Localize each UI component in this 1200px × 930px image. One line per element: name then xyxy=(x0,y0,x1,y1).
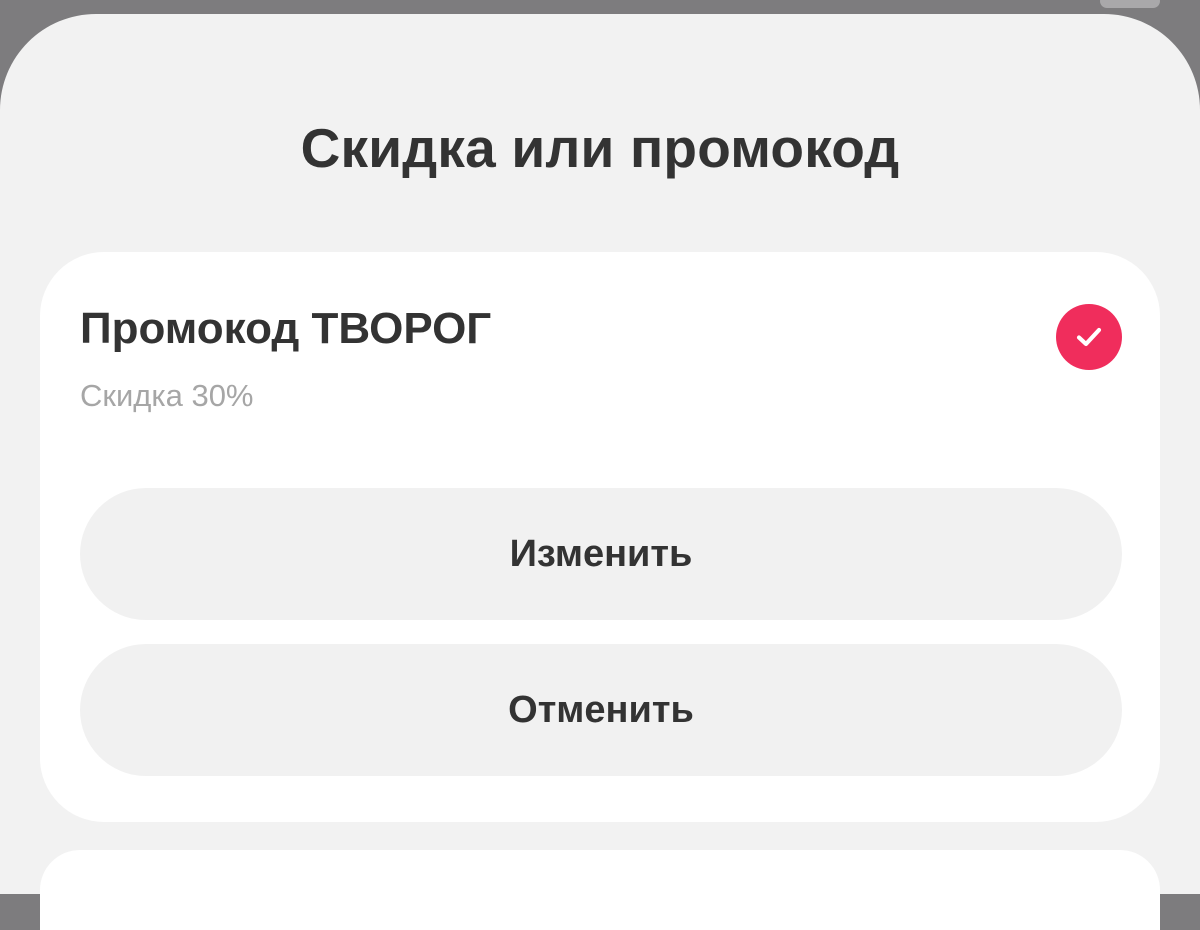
bottom-sheet: Скидка или промокод Промокод ТВОРОГ Скид… xyxy=(0,14,1200,930)
cancel-button[interactable]: Отменить xyxy=(80,644,1122,776)
sheet-handle xyxy=(1100,0,1160,8)
promo-name: Промокод ТВОРОГ xyxy=(80,304,492,353)
promo-card: Промокод ТВОРОГ Скидка 30% Изменить Отме… xyxy=(40,252,1160,822)
checkmark-glyph xyxy=(1076,327,1102,347)
sheet-title: Скидка или промокод xyxy=(300,117,900,179)
change-button[interactable]: Изменить xyxy=(80,488,1122,620)
next-card xyxy=(40,850,1160,930)
promo-discount-label: Скидка 30% xyxy=(80,378,254,413)
checkmark-circle-icon xyxy=(1056,304,1122,370)
